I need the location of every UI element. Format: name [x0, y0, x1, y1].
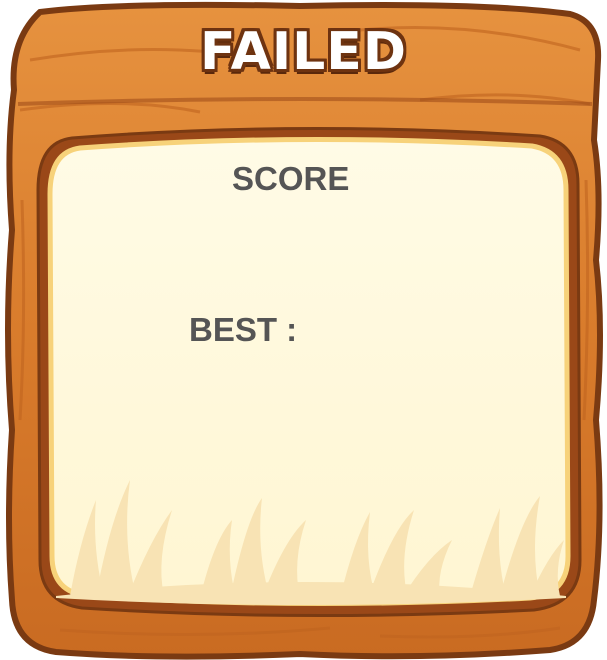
best-score-label: BEST : — [189, 311, 298, 348]
wooden-board — [5, 1, 603, 660]
score-label: SCORE — [232, 160, 350, 197]
failed-dialog: FAILED SCORE BEST : — [0, 0, 607, 660]
dialog-title: FAILED — [200, 22, 407, 82]
